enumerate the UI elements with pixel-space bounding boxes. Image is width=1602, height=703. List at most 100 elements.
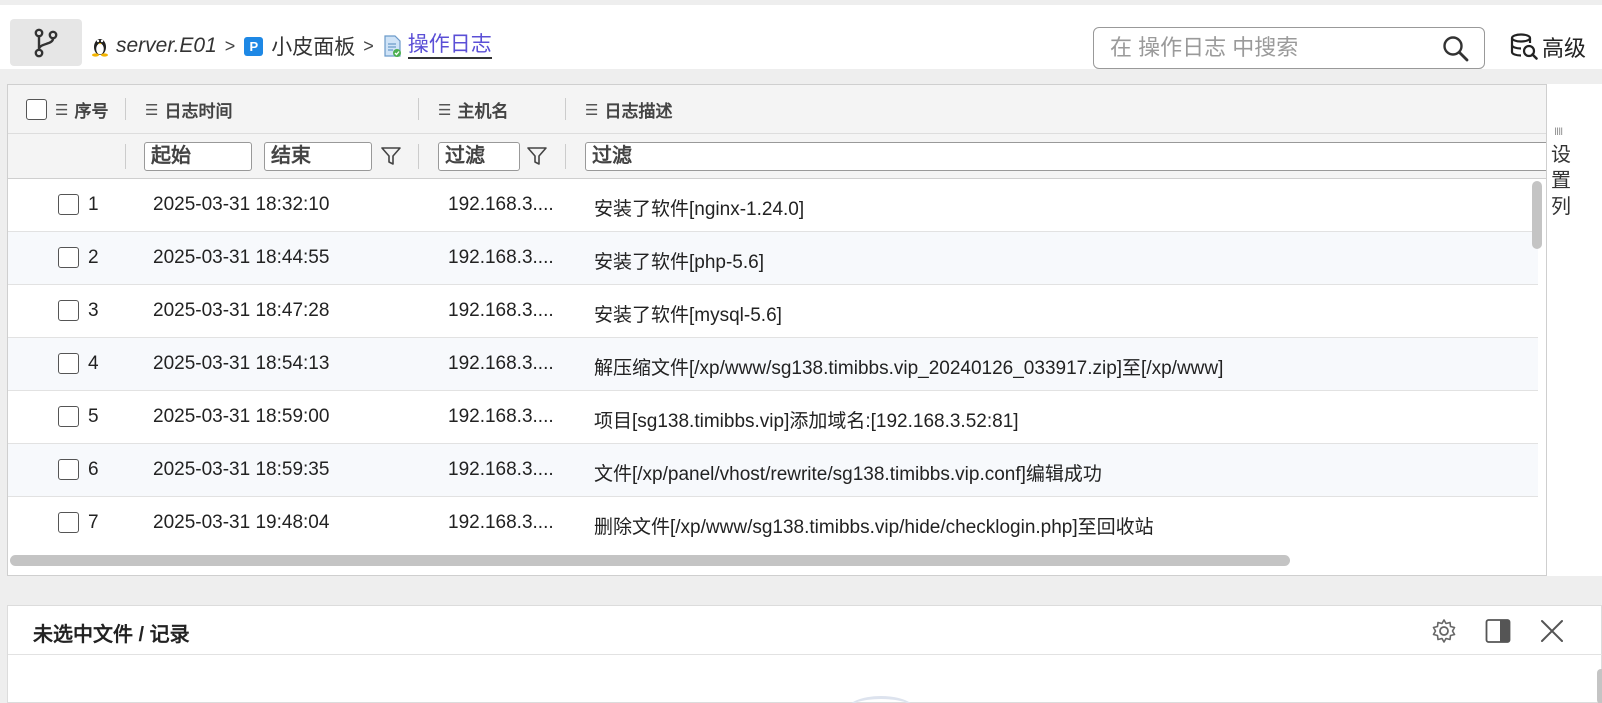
row-checkbox[interactable] — [58, 247, 79, 268]
row-time: 2025-03-31 18:59:00 — [153, 406, 330, 427]
breadcrumb-server-label: server.E01 — [116, 34, 217, 57]
row-no: 1 — [88, 194, 99, 215]
gear-icon[interactable] — [1430, 617, 1458, 645]
breadcrumb: server.E01 > P 小皮面板 > 操作日志 — [90, 32, 492, 60]
filter-icon[interactable] — [526, 145, 548, 167]
list-icon: ☰ — [145, 101, 159, 119]
row-time: 2025-03-31 18:54:13 — [153, 353, 330, 374]
host-filter[interactable] — [438, 142, 520, 171]
row-desc: 文件[/xp/panel/vhost/rewrite/sg138.timibbs… — [594, 464, 1102, 485]
table-row[interactable]: 6 2025-03-31 18:59:35 192.168.3.... 文件[/… — [8, 444, 1538, 497]
header-time-label: 日志时间 — [164, 102, 233, 121]
time-end-filter[interactable] — [264, 142, 372, 171]
filter-icon[interactable] — [380, 145, 402, 167]
row-host: 192.168.3.... — [448, 406, 554, 427]
column-resize-handle[interactable] — [125, 98, 126, 120]
row-host: 192.168.3.... — [448, 247, 554, 268]
chevron-right-icon: > — [363, 35, 374, 56]
row-checkbox[interactable] — [58, 406, 79, 427]
row-no: 4 — [88, 353, 99, 374]
search-input[interactable] — [1110, 31, 1430, 65]
row-host: 192.168.3.... — [448, 353, 554, 374]
time-start-filter[interactable] — [144, 142, 252, 171]
row-desc: 项目[sg138.timibbs.vip]添加域名:[192.168.3.52:… — [594, 411, 1019, 432]
breadcrumb-panel-label: 小皮面板 — [271, 36, 356, 59]
advanced-label: 高级 — [1542, 36, 1587, 61]
row-checkbox[interactable] — [58, 459, 79, 480]
row-host: 192.168.3.... — [448, 459, 554, 480]
column-settings-label: 设置列 — [1551, 144, 1571, 218]
row-no: 6 — [88, 459, 99, 480]
panel-scrollbar[interactable] — [1597, 669, 1602, 703]
detail-panel-header: 未选中文件 / 记录 — [8, 606, 1602, 655]
breadcrumb-panel[interactable]: P 小皮面板 — [244, 31, 355, 61]
list-icon: ☰ — [55, 101, 69, 119]
row-desc: 解压缩文件[/xp/www/sg138.timibbs.vip_20240126… — [594, 358, 1224, 379]
database-search-icon — [1510, 33, 1538, 60]
row-checkbox[interactable] — [58, 194, 79, 215]
detail-panel-title: 未选中文件 / 记录 — [33, 624, 190, 646]
header-time[interactable]: ☰ 日志时间 — [145, 85, 232, 134]
list-icon: ☰ — [438, 101, 452, 119]
column-divider — [418, 144, 419, 169]
header-desc-label: 日志描述 — [604, 102, 673, 121]
column-divider — [565, 144, 566, 169]
row-checkbox[interactable] — [58, 353, 79, 374]
row-time: 2025-03-31 19:48:04 — [153, 512, 330, 533]
search-box — [1093, 27, 1485, 69]
breadcrumb-current-label: 操作日志 — [407, 33, 492, 59]
header-no[interactable]: ☰ 序号 — [26, 85, 108, 134]
row-host: 192.168.3.... — [448, 300, 554, 321]
top-bar: server.E01 > P 小皮面板 > 操作日志 在 操作日志 中搜索 高级 — [0, 5, 1602, 69]
select-all-checkbox[interactable] — [26, 99, 47, 120]
split-panel-icon[interactable] — [1484, 617, 1512, 645]
column-resize-handle[interactable] — [565, 98, 566, 120]
grip-icon: IIII — [1554, 126, 1563, 138]
row-time: 2025-03-31 18:32:10 — [153, 194, 330, 215]
table-row[interactable]: 2 2025-03-31 18:44:55 192.168.3.... 安装了软… — [8, 232, 1538, 285]
header-desc[interactable]: ☰ 日志描述 — [585, 85, 672, 134]
row-time: 2025-03-31 18:47:28 — [153, 300, 330, 321]
horizontal-scrollbar[interactable] — [10, 555, 1290, 566]
table-row[interactable]: 3 2025-03-31 18:47:28 192.168.3.... 安装了软… — [8, 285, 1538, 338]
vertical-scrollbar[interactable] — [1532, 181, 1542, 249]
row-no: 5 — [88, 406, 99, 427]
branch-button[interactable] — [10, 19, 82, 66]
log-file-icon — [384, 35, 401, 57]
row-desc: 删除文件[/xp/www/sg138.timibbs.vip/hide/chec… — [594, 517, 1154, 538]
header-no-label: 序号 — [74, 102, 109, 121]
row-desc: 安装了软件[mysql-5.6] — [594, 305, 782, 326]
column-resize-handle[interactable] — [418, 98, 419, 120]
desc-filter[interactable] — [585, 142, 1560, 171]
table-row[interactable]: 7 2025-03-31 19:48:04 192.168.3.... 删除文件… — [8, 497, 1538, 550]
header-host[interactable]: ☰ 主机名 — [438, 85, 508, 134]
table-row[interactable]: 5 2025-03-31 18:59:00 192.168.3.... 项目[s… — [8, 391, 1538, 444]
table-header: ☰ 序号 ☰ 日志时间 ☰ 主机名 ☰ 日志描述 — [8, 85, 1576, 134]
advanced-search-button[interactable]: 高级 — [1510, 31, 1586, 63]
column-settings-strip[interactable]: IIII 设置列 — [1546, 84, 1602, 576]
header-host-label: 主机名 — [457, 102, 509, 121]
row-checkbox[interactable] — [58, 512, 79, 533]
row-no: 7 — [88, 512, 99, 533]
row-host: 192.168.3.... — [448, 512, 554, 533]
row-host: 192.168.3.... — [448, 194, 554, 215]
p-badge-icon: P — [244, 36, 264, 56]
column-divider — [125, 144, 126, 169]
branch-icon — [34, 28, 58, 57]
row-no: 3 — [88, 300, 99, 321]
row-time: 2025-03-31 18:44:55 — [153, 247, 330, 268]
log-table: ☰ 序号 ☰ 日志时间 ☰ 主机名 ☰ 日志描述 起始 结束 过滤 过滤 1 2… — [7, 84, 1577, 576]
row-desc: 安装了软件[nginx-1.24.0] — [594, 199, 805, 220]
breadcrumb-current[interactable]: 操作日志 — [383, 33, 492, 59]
list-icon: ☰ — [585, 101, 599, 119]
row-no: 2 — [88, 247, 99, 268]
breadcrumb-server[interactable]: server.E01 — [90, 34, 217, 58]
close-icon[interactable] — [1538, 617, 1566, 645]
row-checkbox[interactable] — [58, 300, 79, 321]
filter-row — [8, 134, 1576, 179]
table-row[interactable]: 1 2025-03-31 18:32:10 192.168.3.... 安装了软… — [8, 179, 1538, 232]
row-desc: 安装了软件[php-5.6] — [594, 252, 764, 273]
search-icon[interactable] — [1442, 35, 1470, 63]
table-row[interactable]: 4 2025-03-31 18:54:13 192.168.3.... 解压缩文… — [8, 338, 1538, 391]
chevron-right-icon: > — [224, 35, 236, 56]
